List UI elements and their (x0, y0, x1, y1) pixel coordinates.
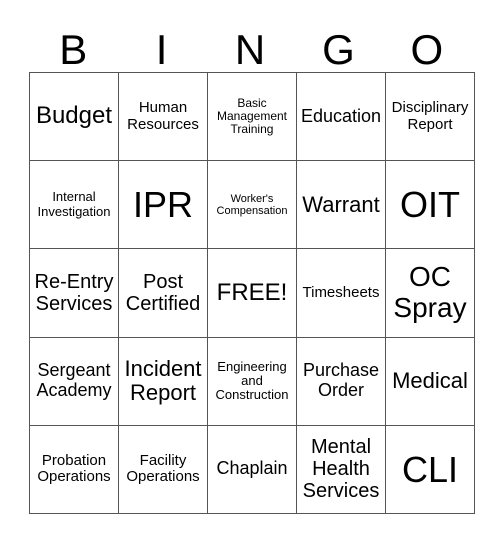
bingo-cell[interactable]: Chaplain (207, 424, 297, 515)
free-space-cell[interactable]: FREE! (207, 248, 297, 338)
bingo-grid: Budget Human Resources Basic Management … (29, 71, 475, 515)
bingo-cell[interactable]: Timesheets (296, 248, 386, 338)
bingo-cell[interactable]: Internal Investigation (29, 160, 119, 250)
bingo-cell[interactable]: OIT (385, 160, 475, 250)
header-letter-g: G (322, 26, 355, 73)
bingo-cell[interactable]: Education (296, 71, 386, 162)
grid-row: Probation Operations Facility Operations… (29, 424, 475, 515)
grid-row: Re-Entry Services Post Certified FREE! T… (29, 248, 475, 338)
header-letter-n: N (234, 26, 266, 73)
bingo-cell[interactable]: Warrant (296, 160, 386, 250)
bingo-cell[interactable]: Post Certified (118, 248, 208, 338)
bingo-cell[interactable]: Facility Operations (118, 424, 208, 515)
bingo-cell[interactable]: Disciplinary Report (385, 71, 475, 162)
header-letter-i: I (155, 26, 168, 73)
bingo-cell[interactable]: Budget (29, 71, 119, 162)
bingo-cell[interactable]: Purchase Order (296, 336, 386, 426)
bingo-header: B I N G O (29, 28, 471, 72)
bingo-cell[interactable]: Probation Operations (29, 424, 119, 515)
bingo-cell[interactable]: IPR (118, 160, 208, 250)
bingo-cell[interactable]: Re-Entry Services (29, 248, 119, 338)
grid-row: Budget Human Resources Basic Management … (29, 71, 475, 162)
bingo-cell[interactable]: Engineering and Construction (207, 336, 297, 426)
bingo-cell[interactable]: Sergeant Academy (29, 336, 119, 426)
grid-row: Sergeant Academy Incident Report Enginee… (29, 336, 475, 426)
bingo-cell[interactable]: Mental Health Services (296, 424, 386, 515)
header-letter-b: B (59, 26, 88, 73)
header-letter-o: O (410, 26, 444, 73)
bingo-cell[interactable]: Worker's Compensation (207, 160, 297, 250)
bingo-cell[interactable]: Basic Management Training (207, 71, 297, 162)
bingo-cell[interactable]: Human Resources (118, 71, 208, 162)
bingo-cell[interactable]: OC Spray (385, 248, 475, 338)
bingo-cell[interactable]: CLI (385, 424, 475, 515)
bingo-cell[interactable]: Incident Report (118, 336, 208, 426)
bingo-cell[interactable]: Medical (385, 336, 475, 426)
grid-row: Internal Investigation IPR Worker's Comp… (29, 160, 475, 250)
